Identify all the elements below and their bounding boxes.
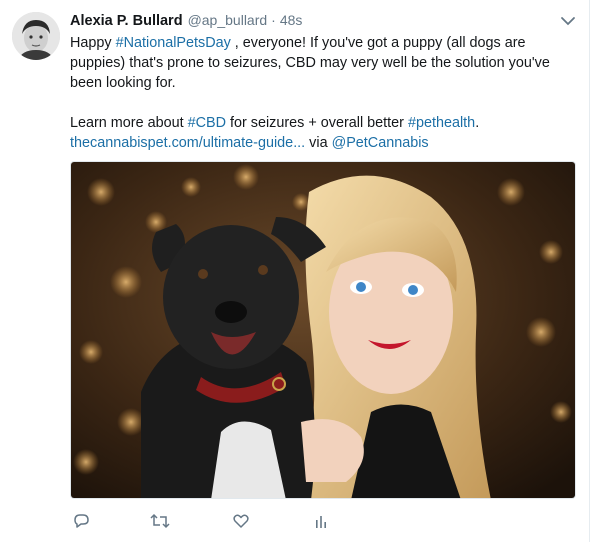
timestamp[interactable]: 48s — [280, 12, 303, 28]
hashtag-pethealth[interactable]: #pethealth — [408, 115, 475, 131]
analytics-icon[interactable] — [310, 510, 332, 532]
text-segment: Happy — [70, 35, 116, 51]
text-segment: . — [475, 115, 480, 131]
tweet-paragraph-1: Happy #NationalPetsDay , everyone! If yo… — [70, 33, 580, 93]
tweet[interactable]: Alexia P. Bullard @ap_bullard · 48s Happ… — [0, 0, 590, 542]
heart-icon[interactable] — [230, 510, 252, 532]
external-link[interactable]: thecannabispet.com/ultimate-guide... — [70, 135, 305, 151]
avatar[interactable] — [12, 12, 60, 60]
separator-dot: · — [271, 12, 276, 28]
tweet-actions — [70, 510, 570, 534]
reply-icon[interactable] — [70, 510, 92, 532]
author-handle[interactable]: @ap_bullard — [188, 12, 268, 28]
text-segment: Learn more about — [70, 115, 188, 131]
author-name[interactable]: Alexia P. Bullard — [70, 13, 183, 29]
text-segment: via — [305, 135, 332, 151]
tweet-photo[interactable] — [70, 161, 576, 499]
hashtag-nationalpetsday[interactable]: #NationalPetsDay — [116, 35, 231, 51]
mention-petcannabis[interactable]: @PetCannabis — [332, 135, 429, 151]
tweet-paragraph-2: Learn more about #CBD for seizures + ove… — [70, 113, 580, 133]
tweet-text: Happy #NationalPetsDay , everyone! If yo… — [70, 33, 580, 153]
retweet-icon[interactable] — [149, 510, 171, 532]
tweet-paragraph-3: thecannabispet.com/ultimate-guide... via… — [70, 133, 580, 153]
hashtag-cbd[interactable]: #CBD — [188, 115, 226, 131]
text-segment: for seizures + overall better — [226, 115, 408, 131]
tweet-header: Alexia P. Bullard @ap_bullard · 48s — [70, 12, 302, 32]
chevron-down-icon[interactable] — [560, 14, 576, 28]
